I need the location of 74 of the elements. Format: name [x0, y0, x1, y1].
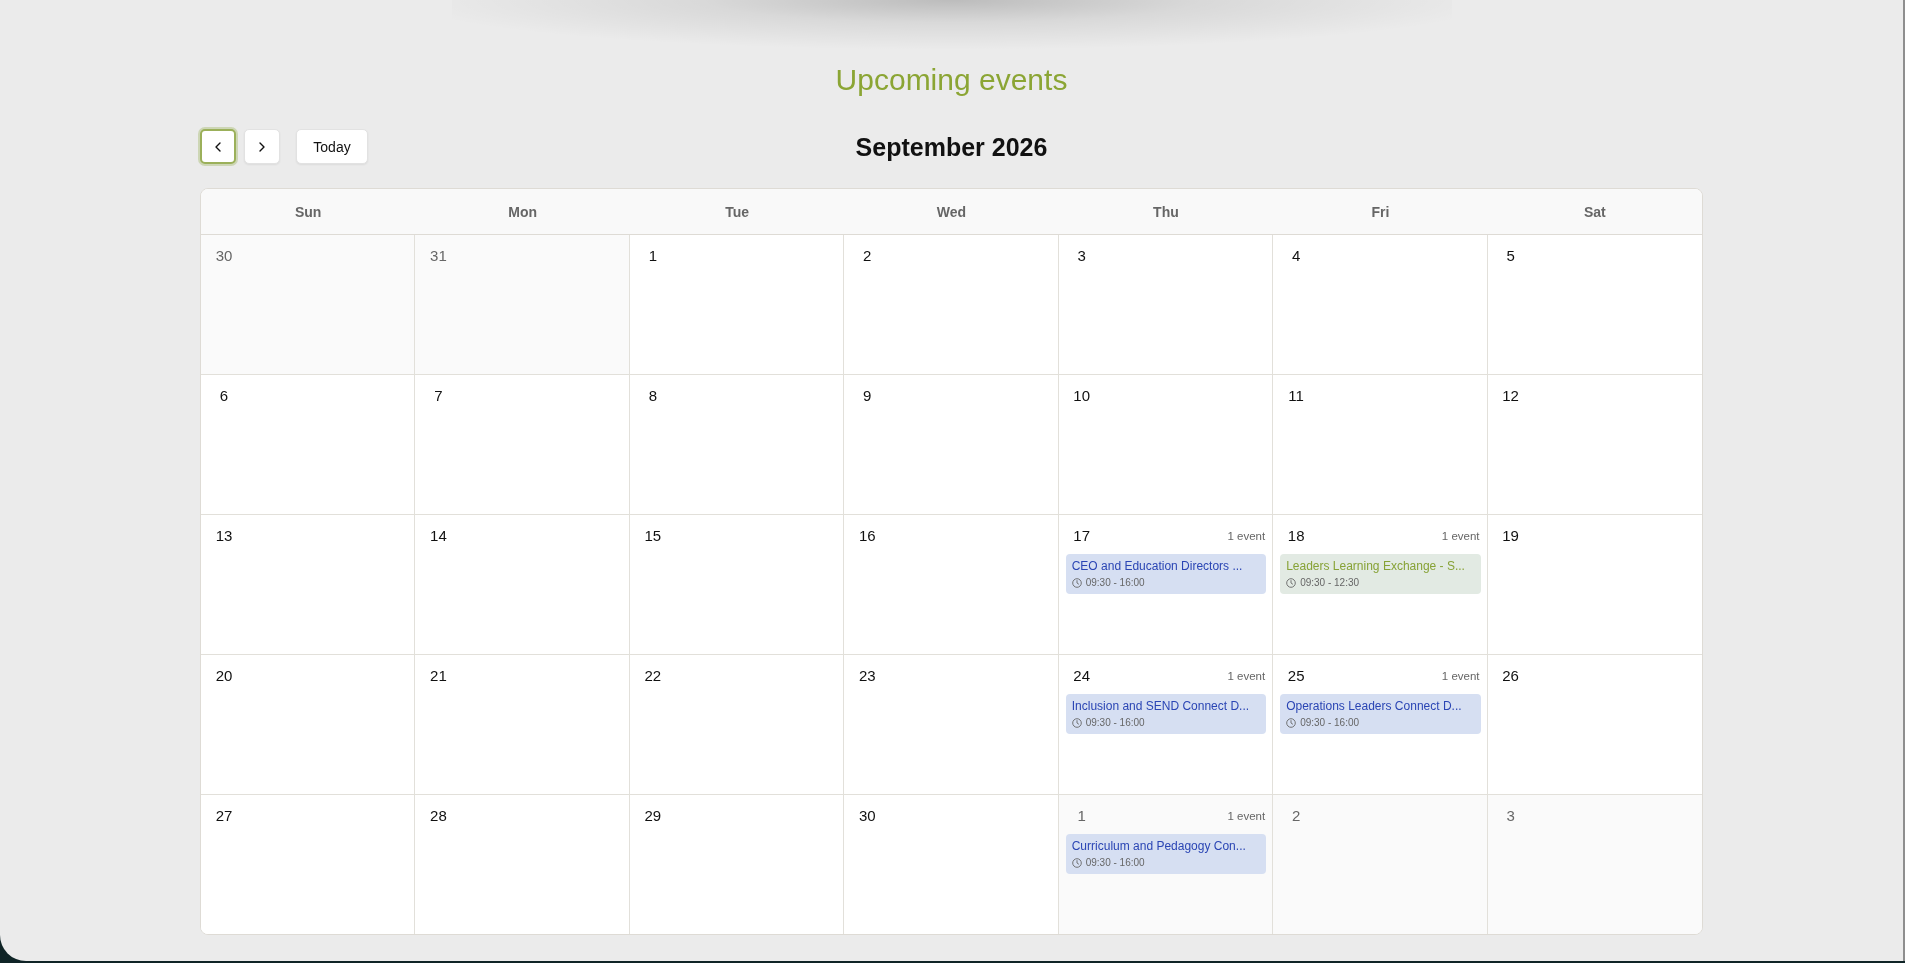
day-number: 14: [429, 527, 448, 545]
day-number: 8: [647, 387, 658, 405]
clock-icon: [1071, 578, 1082, 588]
day-number: 24: [1072, 667, 1092, 685]
page-title: Upcoming events: [835, 62, 1068, 98]
day-number: 28: [429, 807, 448, 825]
event-time: 09:30 - 16:00: [1300, 717, 1360, 729]
event-card[interactable]: Curriculum and Pedagogy Con... 09:30 - 16:00: [1065, 834, 1267, 874]
day-number: 12: [1501, 387, 1520, 405]
previous-month-button[interactable]: [200, 129, 236, 164]
day-number: 22: [643, 667, 663, 685]
month-title: September 2026: [855, 131, 1048, 163]
day-number: 2: [862, 247, 873, 265]
event-card[interactable]: Operations Leaders Connect D... 09:30 - 16:00: [1280, 694, 1481, 734]
event-time: 09:30 - 16:00: [1085, 577, 1145, 589]
day-number: 6: [218, 387, 230, 405]
event-count: 1 event: [1441, 529, 1480, 543]
clock-icon: [1286, 718, 1297, 728]
event-title: Operations Leaders Connect D...: [1286, 699, 1462, 714]
event-time: 09:30 - 12:30: [1300, 577, 1360, 589]
event-time: 09:30 - 16:00: [1085, 857, 1145, 869]
day-number: 1: [1076, 807, 1087, 825]
day-number: 26: [1501, 667, 1520, 685]
next-month-button[interactable]: [244, 129, 280, 164]
day-number: 13: [214, 527, 234, 545]
weekday-label: Wed: [936, 203, 967, 220]
day-number: 30: [214, 247, 234, 265]
day-number: 30: [857, 807, 877, 825]
clock-icon: [1286, 578, 1297, 588]
day-number: 25: [1286, 667, 1306, 685]
day-number: 23: [857, 667, 877, 685]
day-number: 2: [1290, 807, 1302, 825]
day-number: 19: [1501, 527, 1520, 545]
day-number: 1: [647, 247, 658, 265]
event-title: Curriculum and Pedagogy Con...: [1071, 839, 1246, 854]
day-number: 11: [1287, 387, 1305, 405]
chevron-left-icon: [215, 141, 221, 152]
day-number: 29: [643, 807, 663, 825]
day-number: 17: [1072, 527, 1092, 545]
day-number: 18: [1286, 527, 1306, 545]
event-title: CEO and Education Directors ...: [1071, 559, 1243, 574]
day-number: 3: [1505, 807, 1516, 825]
chevron-right-icon: [259, 141, 265, 152]
weekday-label: Fri: [1371, 203, 1390, 220]
event-time: 09:30 - 16:00: [1085, 717, 1145, 729]
day-number: 3: [1076, 247, 1087, 265]
day-number: 10: [1072, 387, 1092, 405]
weekday-label: Mon: [508, 203, 537, 220]
weekday-label: Thu: [1153, 203, 1179, 220]
day-number: 4: [1290, 247, 1302, 265]
event-card[interactable]: CEO and Education Directors ... 09:30 - 16:00: [1065, 554, 1267, 594]
weekday-label: Sat: [1583, 203, 1606, 220]
weekday-label: Sun: [295, 203, 322, 220]
day-number: 16: [857, 527, 877, 545]
event-card[interactable]: Leaders Learning Exchange - S... 09:30 - 12:30: [1280, 554, 1481, 594]
day-number: 7: [433, 387, 444, 405]
clock-icon: [1071, 858, 1082, 868]
weekday-label: Tue: [725, 203, 749, 220]
day-number: 21: [429, 667, 448, 685]
today-button[interactable]: Today: [296, 129, 368, 164]
day-number: 27: [214, 807, 234, 825]
day-number: 31: [429, 247, 448, 265]
clock-icon: [1071, 718, 1082, 728]
event-title: Leaders Learning Exchange - S...: [1286, 559, 1465, 574]
event-count: 1 event: [1441, 669, 1480, 683]
event-card[interactable]: Inclusion and SEND Connect D... 09:30 - 16:00: [1065, 694, 1267, 734]
event-count: 1 event: [1227, 529, 1266, 543]
day-number: 9: [862, 387, 873, 405]
day-number: 20: [214, 667, 234, 685]
event-count: 1 event: [1227, 809, 1266, 823]
event-count: 1 event: [1227, 669, 1266, 683]
day-number: 5: [1505, 247, 1516, 265]
event-title: Inclusion and SEND Connect D...: [1071, 699, 1250, 714]
day-number: 15: [643, 527, 663, 545]
